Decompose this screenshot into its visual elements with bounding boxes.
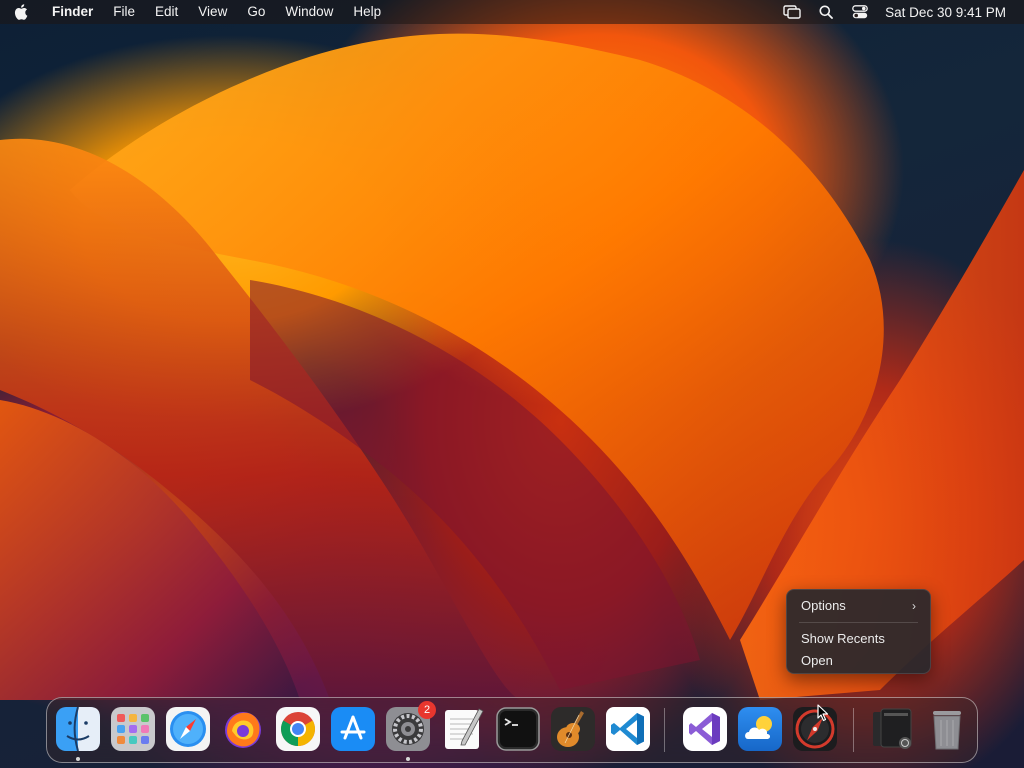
terminal-icon[interactable] (496, 707, 540, 751)
apple-menu-icon[interactable] (0, 0, 42, 24)
notification-badge: 2 (418, 701, 436, 719)
running-indicator (406, 757, 410, 761)
context-menu-separator (799, 622, 918, 623)
menu-help[interactable]: Help (343, 0, 391, 24)
compass-icon[interactable] (793, 707, 837, 751)
submenu-arrow-icon: › (912, 599, 916, 613)
launchpad-icon[interactable] (111, 707, 155, 751)
context-menu-options[interactable]: Options › (787, 595, 930, 617)
running-indicator (76, 757, 80, 761)
control-center-icon[interactable] (843, 0, 877, 24)
menubar-clock[interactable]: Sat Dec 30 9:41 PM (877, 5, 1006, 20)
context-menu-open[interactable]: Open (787, 650, 930, 672)
menu-app-finder[interactable]: Finder (42, 0, 103, 24)
menu-view[interactable]: View (188, 0, 237, 24)
downloads-stack-icon[interactable] (871, 707, 915, 751)
app-store-icon[interactable] (331, 707, 375, 751)
mouse-cursor-icon (817, 704, 829, 727)
context-menu-show-recents[interactable]: Show Recents (787, 628, 930, 650)
safari-icon[interactable] (166, 707, 210, 751)
search-icon[interactable] (809, 0, 843, 24)
garageband-icon[interactable] (551, 707, 595, 751)
menu-bar: Finder File Edit View Go Window Help Sat… (0, 0, 1024, 24)
firefox-icon[interactable] (221, 707, 265, 751)
vscode-icon[interactable] (606, 707, 650, 751)
visual-studio-icon[interactable] (683, 707, 727, 751)
dock-divider (853, 708, 854, 752)
menu-window[interactable]: Window (275, 0, 343, 24)
trash-icon[interactable] (925, 707, 969, 751)
menu-edit[interactable]: Edit (145, 0, 188, 24)
chrome-icon[interactable] (276, 707, 320, 751)
context-menu-options-label: Options (801, 598, 846, 613)
screen-mirroring-icon[interactable] (775, 0, 809, 24)
dock-divider (664, 708, 665, 752)
textedit-icon[interactable] (441, 707, 485, 751)
dock-context-menu: Options › Show Recents Open (786, 589, 931, 674)
finder-icon[interactable] (56, 707, 100, 751)
menu-file[interactable]: File (103, 0, 145, 24)
menu-go[interactable]: Go (237, 0, 275, 24)
weather-icon[interactable] (738, 707, 782, 751)
system-settings-icon[interactable]: 2 (386, 701, 436, 751)
dock: 2 (46, 697, 978, 763)
